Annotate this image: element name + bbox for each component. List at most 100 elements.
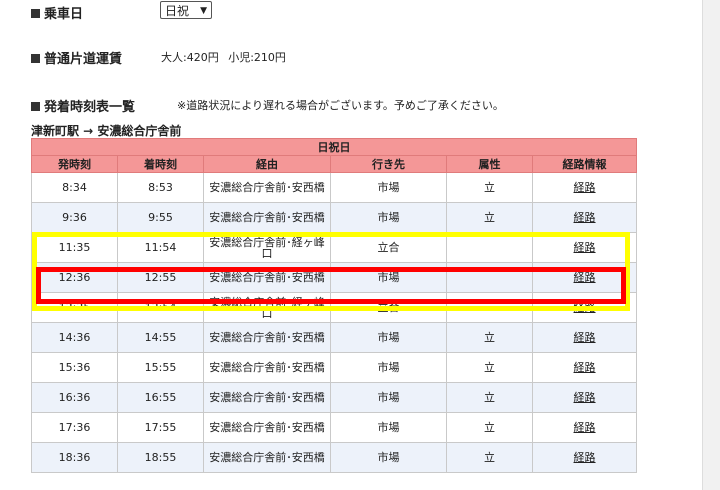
destination-cell: 市場 (330, 262, 447, 293)
day-type-select-value: 日祝 (165, 4, 190, 18)
route-link-cell: 経路 (531, 442, 638, 473)
attribute-cell: 立 (446, 172, 533, 203)
day-type-select[interactable]: 日祝 ▼ (160, 1, 212, 19)
arrival-time: 17:55 (117, 412, 204, 443)
via-cell: 安濃総合庁舎前･安西橋 (203, 322, 331, 353)
timetable-table: 日祝日 発時刻 着時刻 経由 行き先 属性 経路情報 8:34 8:53 安濃総合庁… (30, 138, 638, 473)
arrival-time: 9:55 (117, 202, 204, 233)
attribute-cell: 立 (446, 202, 533, 233)
ride-date-heading: 乗車日 (31, 3, 83, 22)
table-row: 14:36 14:55 安濃総合庁舎前･安西橋 市場立 経路 (31, 322, 638, 353)
route-link[interactable]: 経路 (574, 391, 596, 404)
via-cell: 安濃総合庁舎前･経ヶ峰口 (203, 232, 331, 263)
col-header-attribute: 属性 (446, 155, 533, 173)
departure-time: 9:36 (31, 202, 118, 233)
square-bullet-icon (31, 54, 40, 63)
via-cell: 安濃総合庁舎前･安西橋 (203, 412, 331, 443)
via-cell: 安濃総合庁舎前･安西橋 (203, 202, 331, 233)
attribute-cell: 立 (446, 322, 533, 353)
day-type-header: 日祝日 (30, 138, 638, 156)
destination-cell: 市場 (330, 412, 447, 443)
col-header-arrival: 着時刻 (117, 155, 204, 173)
arrival-time: 8:53 (117, 172, 204, 203)
via-cell: 安濃総合庁舎前･安西橋 (203, 352, 331, 383)
attribute-cell (446, 232, 533, 263)
attribute-cell: 立 (446, 382, 533, 413)
route-link[interactable]: 経路 (574, 421, 596, 434)
route-link-cell: 経路 (531, 292, 638, 323)
route-link[interactable]: 経路 (574, 301, 596, 314)
departure-time: 8:34 (31, 172, 118, 203)
destination-cell: 市場 (330, 442, 447, 473)
destination-cell: 立合 (330, 292, 447, 323)
fare-heading: 普通片道運賃 (31, 48, 122, 67)
arrival-time: 11:54 (117, 232, 204, 263)
route-link[interactable]: 経路 (574, 331, 596, 344)
route-link-cell: 経路 (531, 412, 638, 443)
col-header-destination: 行き先 (330, 155, 447, 173)
attribute-cell: 立 (446, 412, 533, 443)
via-cell: 安濃総合庁舎前･経ヶ峰口 (203, 292, 331, 323)
page-content: 乗車日 日祝 ▼ 普通片道運賃 大人:420円 小児:210円 発着時刻表一覧 … (0, 0, 700, 490)
route-link[interactable]: 経路 (574, 451, 596, 464)
route-link-cell: 経路 (531, 202, 638, 233)
via-cell: 安濃総合庁舎前･安西橋 (203, 262, 331, 293)
route-link-cell: 経路 (531, 352, 638, 383)
route-link[interactable]: 経路 (574, 271, 596, 284)
arrival-time: 15:55 (117, 352, 204, 383)
arrival-time: 18:55 (117, 442, 204, 473)
route-link-cell: 経路 (531, 232, 638, 263)
destination-cell: 市場 (330, 172, 447, 203)
attribute-cell (446, 292, 533, 323)
arrival-time: 14:55 (117, 322, 204, 353)
departure-time: 16:36 (31, 382, 118, 413)
table-row: 13:35 13:54 安濃総合庁舎前･経ヶ峰口 立合 経路 (31, 292, 638, 323)
child-fare: 小児:210円 (228, 51, 286, 64)
attribute-cell: 立 (446, 442, 533, 473)
route-title: 津新町駅 → 安濃総合庁舎前 (31, 124, 182, 138)
attribute-cell: 立 (446, 352, 533, 383)
destination-cell: 市場 (330, 322, 447, 353)
col-header-departure: 発時刻 (31, 155, 118, 173)
arrival-time: 13:54 (117, 292, 204, 323)
table-row: 15:36 15:55 安濃総合庁舎前･安西橋 市場立 経路 (31, 352, 638, 383)
route-link[interactable]: 経路 (574, 181, 596, 194)
route-link[interactable]: 経路 (574, 361, 596, 374)
vertical-scrollbar[interactable] (702, 0, 720, 490)
table-row: 8:34 8:53 安濃総合庁舎前･安西橋 市場立 経路 (31, 172, 638, 203)
destination-cell: 市場 (330, 202, 447, 233)
table-row: 9:36 9:55 安濃総合庁舎前･安西橋 市場立 経路 (31, 202, 638, 233)
departure-time: 13:35 (31, 292, 118, 323)
destination-cell: 市場 (330, 382, 447, 413)
via-cell: 安濃総合庁舎前･安西橋 (203, 172, 331, 203)
col-header-via: 経由 (203, 155, 331, 173)
route-link-cell: 経路 (531, 172, 638, 203)
table-row: 11:35 11:54 安濃総合庁舎前･経ヶ峰口 立合 経路 (31, 232, 638, 263)
route-link-cell: 経路 (531, 322, 638, 353)
col-header-route-info: 経路情報 (531, 155, 638, 173)
departure-time: 17:36 (31, 412, 118, 443)
attribute-cell (446, 262, 533, 293)
route-link-cell: 経路 (531, 382, 638, 413)
table-row: 18:36 18:55 安濃総合庁舎前･安西橋 市場立 経路 (31, 442, 638, 473)
departure-time: 15:36 (31, 352, 118, 383)
via-cell: 安濃総合庁舎前･安西橋 (203, 442, 331, 473)
table-row: 17:36 17:55 安濃総合庁舎前･安西橋 市場立 経路 (31, 412, 638, 443)
departure-time: 12:36 (31, 262, 118, 293)
departure-time: 18:36 (31, 442, 118, 473)
destination-cell: 立合 (330, 232, 447, 263)
fare-values: 大人:420円 小児:210円 (161, 49, 292, 65)
route-link[interactable]: 経路 (574, 241, 596, 254)
timetable-heading: 発着時刻表一覧 (31, 96, 135, 115)
destination-cell: 市場 (330, 352, 447, 383)
delay-note: ※道路状況により遅れる場合がございます。予めご了承ください。 (177, 99, 504, 112)
arrival-time: 16:55 (117, 382, 204, 413)
route-link[interactable]: 経路 (574, 211, 596, 224)
route-link-cell: 経路 (531, 262, 638, 293)
table-row: 16:36 16:55 安濃総合庁舎前･安西橋 市場立 経路 (31, 382, 638, 413)
table-row: 12:36 12:55 安濃総合庁舎前･安西橋 市場 経路 (31, 262, 638, 293)
chevron-down-icon: ▼ (200, 6, 207, 16)
column-header-row: 発時刻 着時刻 経由 行き先 属性 経路情報 (31, 155, 638, 173)
departure-time: 14:36 (31, 322, 118, 353)
departure-time: 11:35 (31, 232, 118, 263)
